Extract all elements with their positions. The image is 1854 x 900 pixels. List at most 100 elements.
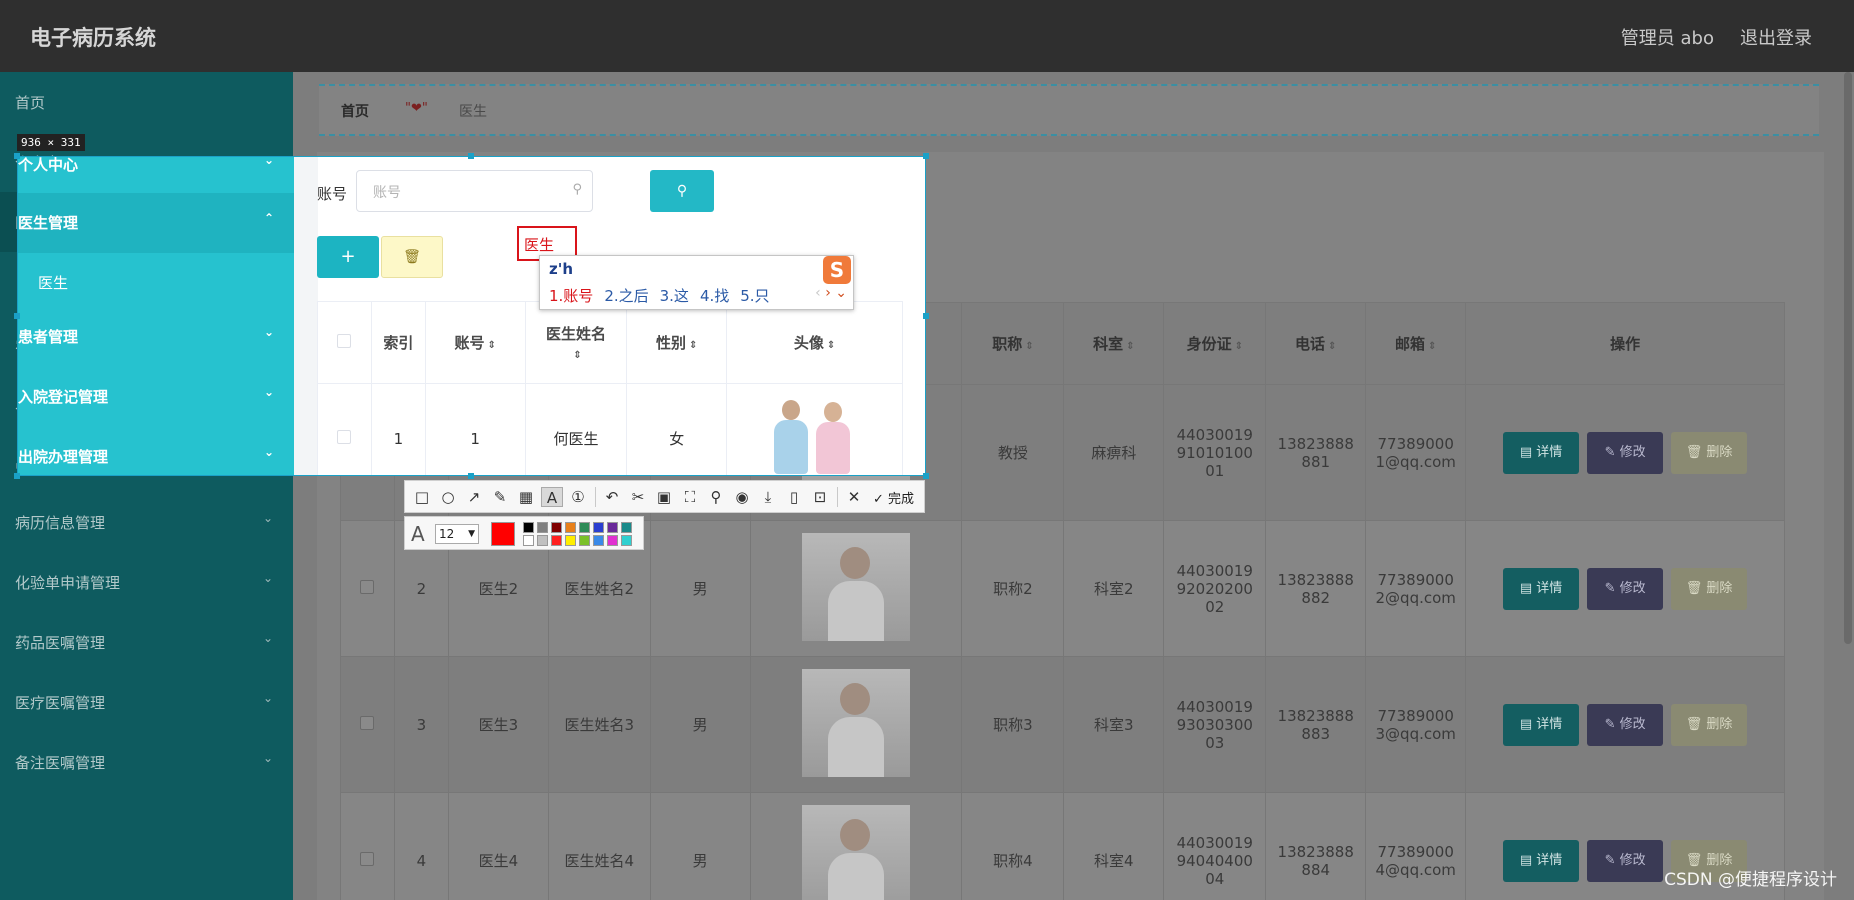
col-title[interactable]: 职称 ⇕ bbox=[961, 302, 1065, 385]
delete-button[interactable]: 🗑 删除 bbox=[1671, 567, 1748, 610]
sogou-logo-icon: S bbox=[823, 256, 851, 284]
cut-icon[interactable]: ✂ bbox=[627, 487, 649, 507]
avatar bbox=[726, 383, 903, 475]
download-icon[interactable]: ⤓ bbox=[757, 487, 779, 507]
color-swatch[interactable] bbox=[523, 535, 534, 546]
sort-icon: ⇕ bbox=[487, 340, 496, 351]
col-dept[interactable]: 科室 ⇕ bbox=[1063, 302, 1165, 385]
edit-button[interactable]: ✎ 修改 bbox=[1587, 431, 1664, 474]
color-swatch[interactable] bbox=[621, 535, 632, 546]
color-swatch[interactable] bbox=[537, 535, 548, 546]
color-swatch[interactable] bbox=[551, 535, 562, 546]
ime-candidate[interactable]: 3.这 bbox=[660, 287, 689, 305]
undo-icon[interactable]: ↶ bbox=[601, 487, 623, 507]
phone-icon[interactable]: ▯ bbox=[783, 487, 805, 507]
detail-button[interactable]: ▤ 详情 bbox=[1503, 567, 1580, 610]
sidebar-item-home[interactable]: 首页 bbox=[0, 72, 293, 132]
sidebar-item-lab[interactable]: 化验单申请管理 ⌄ bbox=[0, 552, 293, 612]
ime-candidate[interactable]: 4.找 bbox=[700, 287, 729, 305]
sidebar-item-discharge[interactable]: 出院办理管理⌄ bbox=[18, 427, 294, 475]
search-input[interactable]: 账号 ⚲ bbox=[356, 170, 593, 212]
ocr-icon[interactable]: ▣ bbox=[653, 487, 675, 507]
row-checkbox[interactable] bbox=[337, 429, 352, 444]
vertical-scrollbar[interactable] bbox=[1844, 72, 1852, 644]
sidebar-item-patient-mgmt[interactable]: 患者管理⌄ bbox=[18, 307, 294, 367]
pencil-icon[interactable]: ✎ bbox=[489, 487, 511, 507]
color-swatch[interactable] bbox=[537, 522, 548, 533]
color-swatch[interactable] bbox=[565, 535, 576, 546]
color-swatch[interactable] bbox=[579, 535, 590, 546]
col-id[interactable]: 身份证 ⇕ bbox=[1163, 302, 1267, 385]
long-screenshot-icon[interactable]: ⛶ bbox=[679, 487, 701, 507]
select-all-checkbox[interactable] bbox=[337, 333, 352, 348]
sort-icon: ⇕ bbox=[689, 340, 698, 351]
edit-button[interactable]: ✎ 修改 bbox=[1587, 703, 1664, 746]
bookmark-icon[interactable]: ⊡ bbox=[809, 487, 831, 507]
prev-page-icon[interactable]: ‹ bbox=[815, 285, 821, 301]
current-user[interactable]: 管理员 abo bbox=[1621, 24, 1714, 50]
mosaic-icon[interactable]: ▦ bbox=[515, 487, 537, 507]
done-button[interactable]: ✓ 完成 bbox=[873, 488, 914, 507]
screenshot-toolbar: □ ○ ↗ ✎ ▦ A ① ↶ ✂ ▣ ⛶ ⚲ ◉ ⤓ ▯ ⊡ ✕ ✓ 完成 bbox=[404, 480, 925, 513]
detail-button[interactable]: ▤ 详情 bbox=[1503, 431, 1580, 474]
row-checkbox[interactable] bbox=[360, 715, 375, 730]
record-icon[interactable]: ◉ bbox=[731, 487, 753, 507]
row-checkbox[interactable] bbox=[360, 579, 375, 594]
sort-icon: ⇕ bbox=[1025, 341, 1034, 352]
table-row: 3 医生3 医生姓名3 男 职称3 科室3 44030019 93030300 … bbox=[340, 656, 1785, 793]
sidebar-item-admission[interactable]: 入院登记管理⌄ bbox=[18, 367, 294, 427]
add-button[interactable]: + bbox=[317, 236, 379, 278]
breadcrumb-home[interactable]: 首页 bbox=[341, 101, 369, 121]
row-checkbox[interactable] bbox=[360, 851, 375, 866]
col-phone[interactable]: 电话 ⇕ bbox=[1265, 302, 1367, 385]
sidebar-item-records[interactable]: 病历信息管理 ⌄ bbox=[0, 492, 293, 552]
avatar bbox=[749, 520, 963, 657]
color-swatch[interactable] bbox=[607, 522, 618, 533]
edit-button[interactable]: ✎ 修改 bbox=[1587, 839, 1664, 882]
ime-candidate[interactable]: 5.只 bbox=[740, 287, 769, 305]
color-swatch[interactable] bbox=[565, 522, 576, 533]
top-header: 电子病历系统 管理员 abo 退出登录 bbox=[0, 0, 1854, 72]
sidebar-item-personal[interactable]: 个人中心⌄ bbox=[18, 157, 294, 195]
current-color[interactable] bbox=[491, 522, 515, 546]
color-swatch[interactable] bbox=[551, 522, 562, 533]
ellipse-icon[interactable]: ○ bbox=[437, 487, 459, 507]
sidebar-item-doctor-mgmt[interactable]: 医生管理⌃ bbox=[18, 193, 294, 253]
sidebar-item-doctor[interactable]: 医生 bbox=[18, 253, 294, 313]
col-email[interactable]: 邮箱 ⇕ bbox=[1365, 302, 1467, 385]
expand-icon[interactable]: ⌄ bbox=[835, 285, 847, 301]
detail-button[interactable]: ▤ 详情 bbox=[1503, 839, 1580, 882]
sidebar-item-drug-orders[interactable]: 药品医嘱管理 ⌄ bbox=[0, 612, 293, 672]
sidebar-item-medical-orders[interactable]: 医疗医嘱管理 ⌄ bbox=[0, 672, 293, 732]
color-swatch[interactable] bbox=[607, 535, 618, 546]
edit-button[interactable]: ✎ 修改 bbox=[1587, 567, 1664, 610]
color-swatch[interactable] bbox=[593, 535, 604, 546]
ime-candidate[interactable]: 1.账号 bbox=[549, 287, 593, 305]
color-swatch[interactable] bbox=[593, 522, 604, 533]
detail-button[interactable]: ▤ 详情 bbox=[1503, 703, 1580, 746]
pin-icon[interactable]: ⚲ bbox=[705, 487, 727, 507]
csdn-watermark: CSDN @便捷程序设计 bbox=[1664, 870, 1837, 890]
app-title: 电子病历系统 bbox=[30, 26, 156, 50]
batch-delete-button[interactable]: 🗑 bbox=[381, 236, 443, 278]
color-swatch[interactable] bbox=[621, 522, 632, 533]
logout-link[interactable]: 退出登录 bbox=[1740, 24, 1812, 50]
delete-button[interactable]: 🗑 删除 bbox=[1671, 431, 1748, 474]
number-icon[interactable]: ① bbox=[567, 487, 589, 507]
rectangle-icon[interactable]: □ bbox=[411, 487, 433, 507]
breadcrumb-separator: "❤" bbox=[405, 101, 428, 116]
delete-button[interactable]: 🗑 删除 bbox=[1671, 703, 1748, 746]
search-button[interactable]: ⚲ bbox=[650, 170, 714, 212]
sidebar-item-note-orders[interactable]: 备注医嘱管理 ⌄ bbox=[0, 732, 293, 792]
color-swatch[interactable] bbox=[523, 522, 534, 533]
chevron-down-icon: ⌄ bbox=[262, 631, 273, 645]
screenshot-selection[interactable]: 个人中心 ⌄ 医生管理 ⌃ 医生 患者管理 ⌄ 入院登记管理 ⌄ 出院办理管理 ⌄ 账号 … bbox=[17, 156, 926, 476]
close-icon[interactable]: ✕ bbox=[843, 487, 865, 507]
color-swatch[interactable] bbox=[579, 522, 590, 533]
ime-candidate[interactable]: 2.之后 bbox=[604, 287, 648, 305]
arrow-icon[interactable]: ↗ bbox=[463, 487, 485, 507]
font-size-select[interactable]: 12 ▼ bbox=[435, 524, 479, 544]
text-tool-icon[interactable]: A bbox=[541, 487, 563, 507]
ime-candidate-window: z'h S 1.账号 2.之后 3.这 4.找 5.只 ‹ › ⌄ bbox=[539, 255, 854, 310]
next-page-icon[interactable]: › bbox=[825, 285, 831, 301]
